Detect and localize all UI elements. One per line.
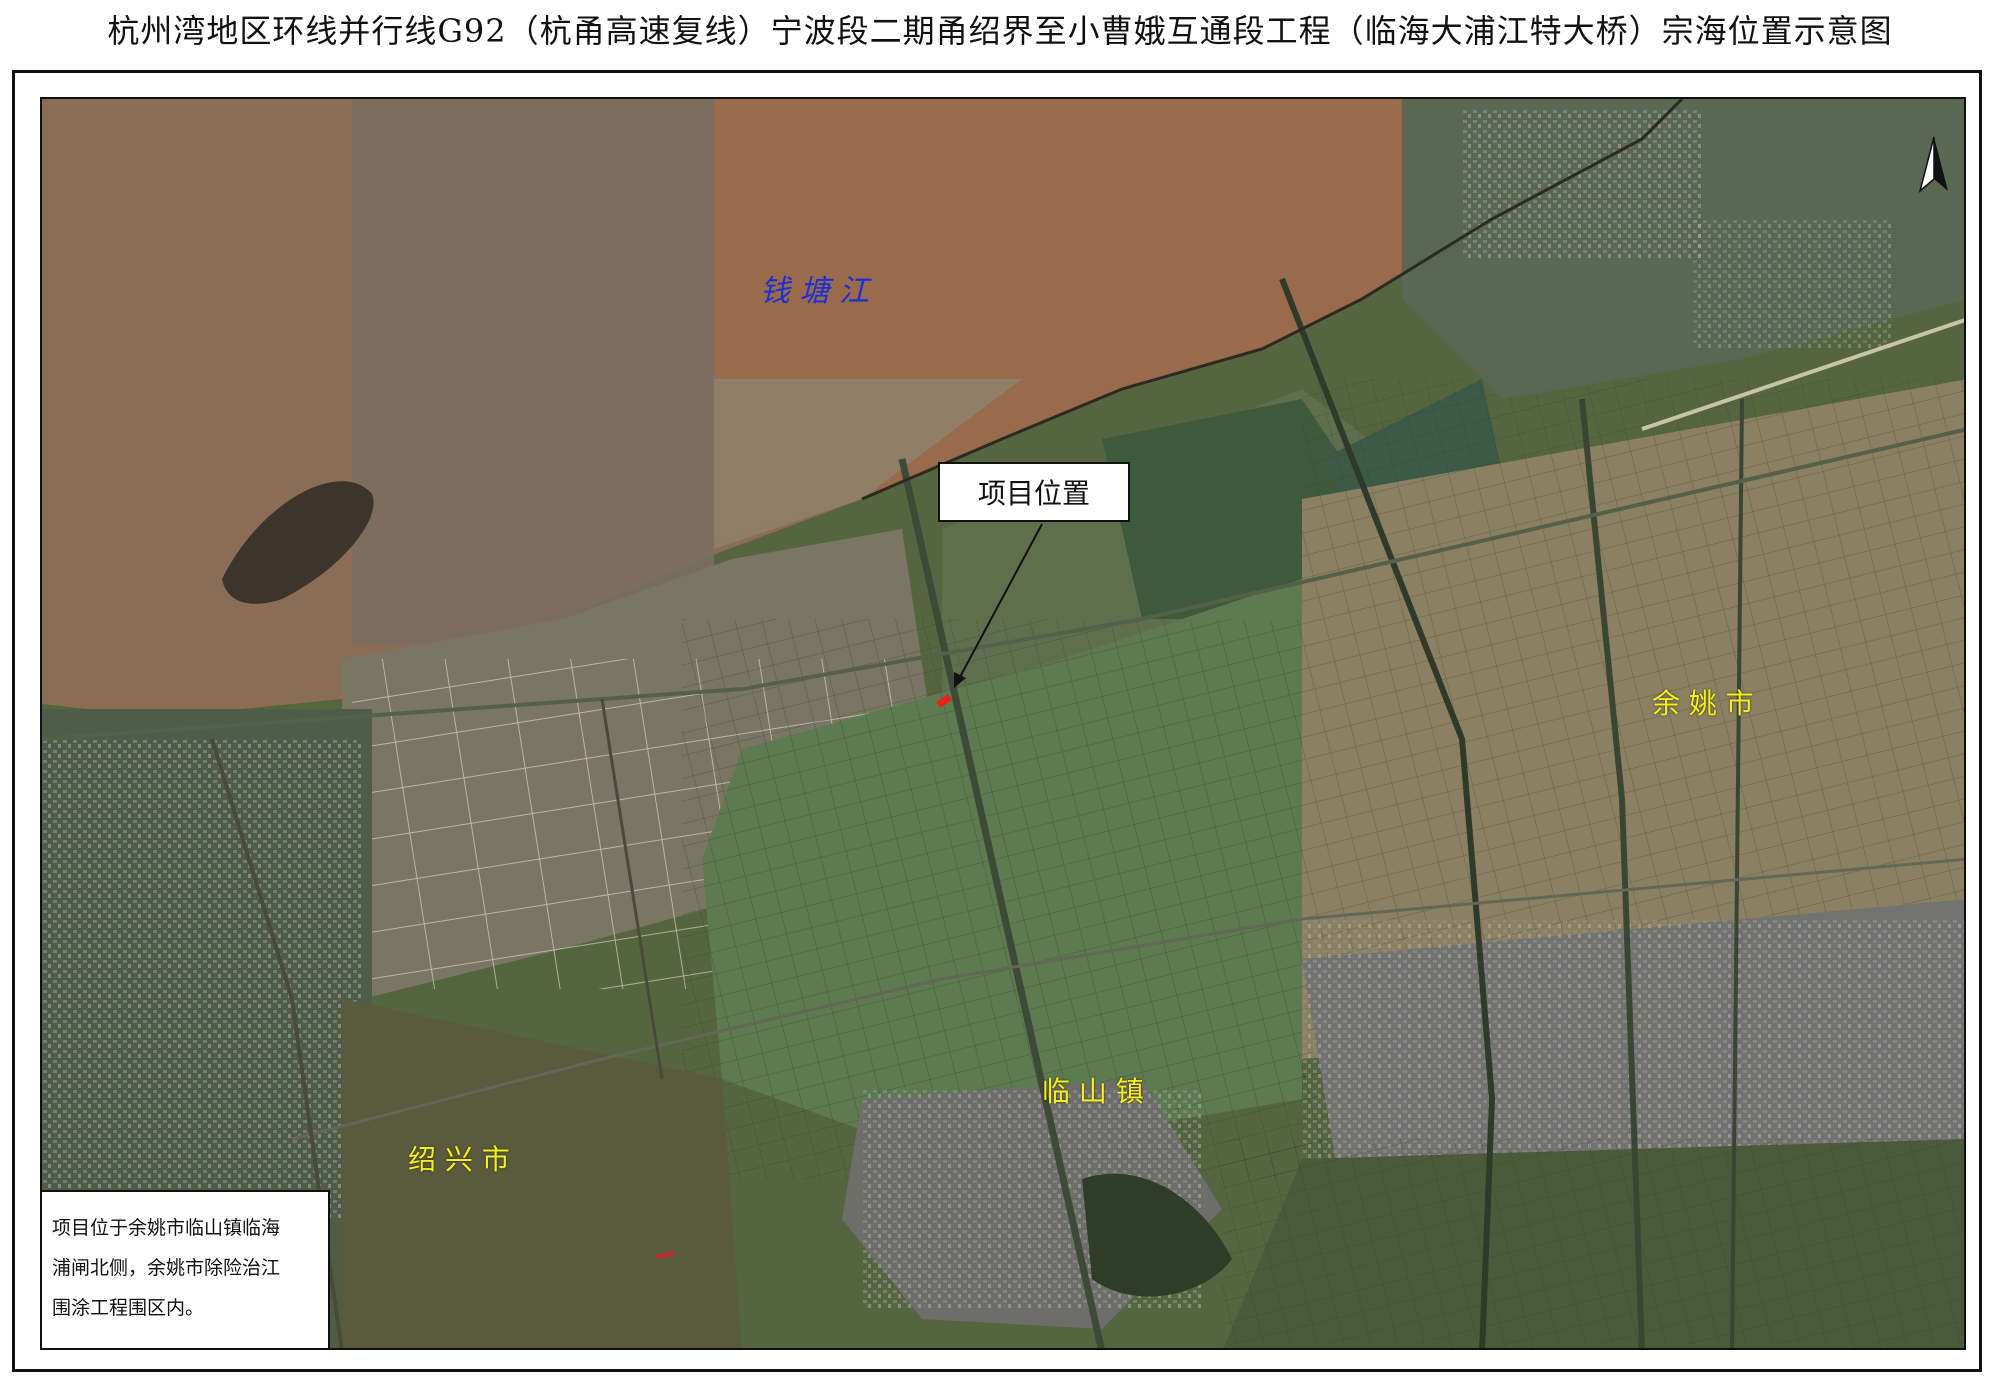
north-arrow-icon <box>1918 136 1948 194</box>
water-label-qiantang: 钱 塘 江 <box>760 274 870 309</box>
note-line: 浦闸北侧，余姚市除险治江 <box>52 1257 281 1279</box>
place-label-shaoxing: 绍 兴 市 <box>408 1143 510 1176</box>
project-location-callout: 项目位置 <box>938 462 1130 522</box>
map-page: 杭州湾地区环线并行线G92（杭甬高速复线）宁波段二期甬绍界至小曹娥互通段工程（临… <box>0 0 2000 1388</box>
map-title: 杭州湾地区环线并行线G92（杭甬高速复线）宁波段二期甬绍界至小曹娥互通段工程（临… <box>107 12 1893 50</box>
satellite-imagery <box>42 99 1964 1348</box>
note-line: 围涂工程围区内。 <box>52 1297 205 1319</box>
place-label-linshan: 临 山 镇 <box>1042 1075 1144 1108</box>
place-label-yuyao: 余 姚 市 <box>1652 687 1754 720</box>
note-line: 项目位于余姚市临山镇临海 <box>52 1217 281 1239</box>
satellite-map[interactable]: 钱 塘 江 余 姚 市 临 山 镇 绍 兴 市 <box>40 97 1966 1350</box>
description-note: 项目位于余姚市临山镇临海 浦闸北侧，余姚市除险治江 围涂工程围区内。 <box>40 1190 330 1350</box>
